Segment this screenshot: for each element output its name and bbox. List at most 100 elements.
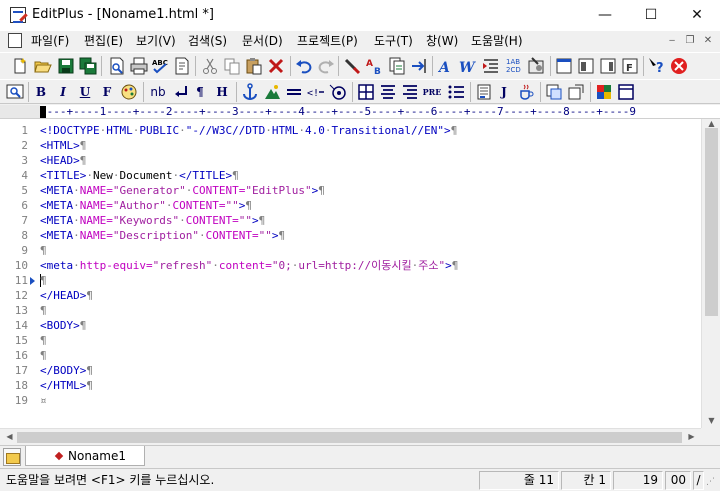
directory-icon[interactable] [598, 56, 618, 76]
pre-button[interactable]: PRE [420, 82, 444, 102]
color-icon[interactable] [119, 82, 139, 102]
cut-icon[interactable] [200, 56, 220, 76]
image-icon[interactable] [262, 82, 282, 102]
word-wrap-icon[interactable]: W [458, 56, 478, 76]
menu-project[interactable]: 프로젝트(P) [297, 33, 358, 49]
vertical-scroll-thumb[interactable] [705, 128, 718, 316]
goto-icon[interactable] [409, 56, 429, 76]
code-line[interactable]: 4 <TITLE>·New·Document·</TITLE>¶ [0, 168, 701, 183]
bold-button[interactable]: B [31, 82, 51, 102]
special-char-icon[interactable] [328, 82, 348, 102]
resize-grip-icon[interactable]: ⋰ [706, 477, 715, 487]
menu-file[interactable]: 파일(F) [31, 33, 69, 49]
open-folder-icon[interactable] [33, 56, 53, 76]
replace-icon[interactable]: AB [365, 56, 385, 76]
menu-document[interactable]: 문서(D) [242, 33, 283, 49]
spell-check-icon[interactable]: ABC [150, 56, 170, 76]
mdi-minimize-button[interactable]: ‒ [664, 33, 680, 49]
horizontal-scroll-thumb[interactable] [17, 432, 682, 443]
heading-button[interactable]: H [212, 82, 232, 102]
code-line[interactable]: 5 <META·NAME="Generator"·CONTENT="EditPlu… [0, 183, 701, 198]
close-button[interactable]: ✕ [674, 0, 720, 31]
settings-icon[interactable] [526, 56, 546, 76]
new-file-icon[interactable] [10, 56, 30, 76]
code-line[interactable]: 3 <HEAD>¶ [0, 153, 701, 168]
layer-icon[interactable] [566, 82, 586, 102]
javascript-button[interactable]: J [494, 82, 514, 102]
maximize-button[interactable]: ☐ [628, 0, 674, 31]
minimize-button[interactable]: — [582, 0, 628, 31]
document-menu-icon[interactable] [8, 33, 22, 48]
scroll-right-arrow[interactable]: ▶ [682, 432, 701, 441]
screen-icon[interactable] [554, 56, 574, 76]
java-applet-icon[interactable] [516, 82, 536, 102]
mdi-close-button[interactable]: ✕ [700, 33, 716, 49]
redo-icon[interactable] [316, 56, 336, 76]
menu-window[interactable]: 창(W) [426, 33, 458, 49]
screen-preview-icon[interactable] [5, 82, 25, 102]
vertical-scrollbar[interactable]: ▲ ▼ [701, 119, 720, 428]
scroll-up-arrow[interactable]: ▲ [702, 119, 720, 128]
code-line[interactable]: 9 ¶ [0, 243, 701, 258]
code-line[interactable]: 8 <META·NAME="Description"·CONTENT="">¶ [0, 228, 701, 243]
code-line[interactable]: 10 <meta·http-equiv="refresh"·content="0;… [0, 258, 701, 273]
code-line[interactable]: 1 <!DOCTYPE·HTML·PUBLIC·"-//W3C//DTD·HTML… [0, 123, 701, 138]
anchor-icon[interactable] [240, 82, 260, 102]
delete-icon[interactable] [266, 56, 286, 76]
color-picker-icon[interactable] [594, 82, 614, 102]
font-icon[interactable]: A [436, 56, 456, 76]
ftp-icon[interactable] [172, 56, 192, 76]
code-line[interactable]: 15 ¶ [0, 333, 701, 348]
line-break-icon[interactable] [172, 82, 192, 102]
cliptext-icon[interactable] [576, 56, 596, 76]
underline-button[interactable]: U [75, 82, 95, 102]
nbsp-button[interactable]: nb [146, 82, 170, 102]
undo-icon[interactable] [294, 56, 314, 76]
find-in-files-icon[interactable] [387, 56, 407, 76]
horizontal-rule-icon[interactable] [284, 82, 304, 102]
directory-window-icon[interactable] [3, 448, 21, 466]
code-line[interactable]: 16 ¶ [0, 348, 701, 363]
code-line[interactable]: 12 </HEAD>¶ [0, 288, 701, 303]
menu-search[interactable]: 검색(S) [188, 33, 227, 49]
code-line[interactable]: 18 </HTML>¶ [0, 378, 701, 393]
code-line[interactable]: 2 <HTML>¶ [0, 138, 701, 153]
menu-view[interactable]: 보기(V) [136, 33, 176, 49]
code-line[interactable]: 19 ¤ [0, 393, 701, 408]
copy-icon[interactable] [222, 56, 242, 76]
help-icon[interactable]: ? [647, 56, 667, 76]
tab-noname1[interactable]: Noname1 [25, 446, 145, 466]
comment-icon[interactable]: <! [306, 82, 326, 102]
frame-icon[interactable] [544, 82, 564, 102]
horizontal-scrollbar[interactable]: ◀ ▶ [0, 428, 701, 445]
save-all-icon[interactable] [78, 56, 98, 76]
browser-icon[interactable]: F [620, 56, 640, 76]
form-icon[interactable] [474, 82, 494, 102]
menu-edit[interactable]: 편집(E) [84, 33, 123, 49]
paste-icon[interactable] [244, 56, 264, 76]
preview-window-icon[interactable] [616, 82, 636, 102]
code-line[interactable]: 7 <META·NAME="Keywords"·CONTENT="">¶ [0, 213, 701, 228]
align-center-icon[interactable] [378, 82, 398, 102]
font-tag-button[interactable]: F [97, 82, 117, 102]
column-select-icon[interactable]: 1AB 2CD [504, 56, 524, 76]
print-icon[interactable] [129, 56, 149, 76]
code-line[interactable]: 14 <BODY>¶ [0, 318, 701, 333]
table-icon[interactable] [356, 82, 376, 102]
code-line[interactable]: 11 ¶ [0, 273, 701, 288]
menu-tools[interactable]: 도구(T) [374, 33, 413, 49]
find-icon[interactable] [342, 56, 362, 76]
menu-help[interactable]: 도움말(H) [471, 33, 523, 49]
indent-icon[interactable] [481, 56, 501, 76]
italic-button[interactable]: I [53, 82, 73, 102]
save-icon[interactable] [56, 56, 76, 76]
align-right-icon[interactable] [400, 82, 420, 102]
code-line[interactable]: 17 </BODY>¶ [0, 363, 701, 378]
paragraph-button[interactable]: ¶ [190, 82, 210, 102]
print-preview-icon[interactable] [107, 56, 127, 76]
mdi-restore-button[interactable]: ❐ [682, 33, 698, 49]
code-line[interactable]: 6 <META·NAME="Author"·CONTENT="">¶ [0, 198, 701, 213]
code-line[interactable]: 13 ¶ [0, 303, 701, 318]
scroll-down-arrow[interactable]: ▼ [702, 416, 720, 425]
stop-icon[interactable] [669, 56, 689, 76]
